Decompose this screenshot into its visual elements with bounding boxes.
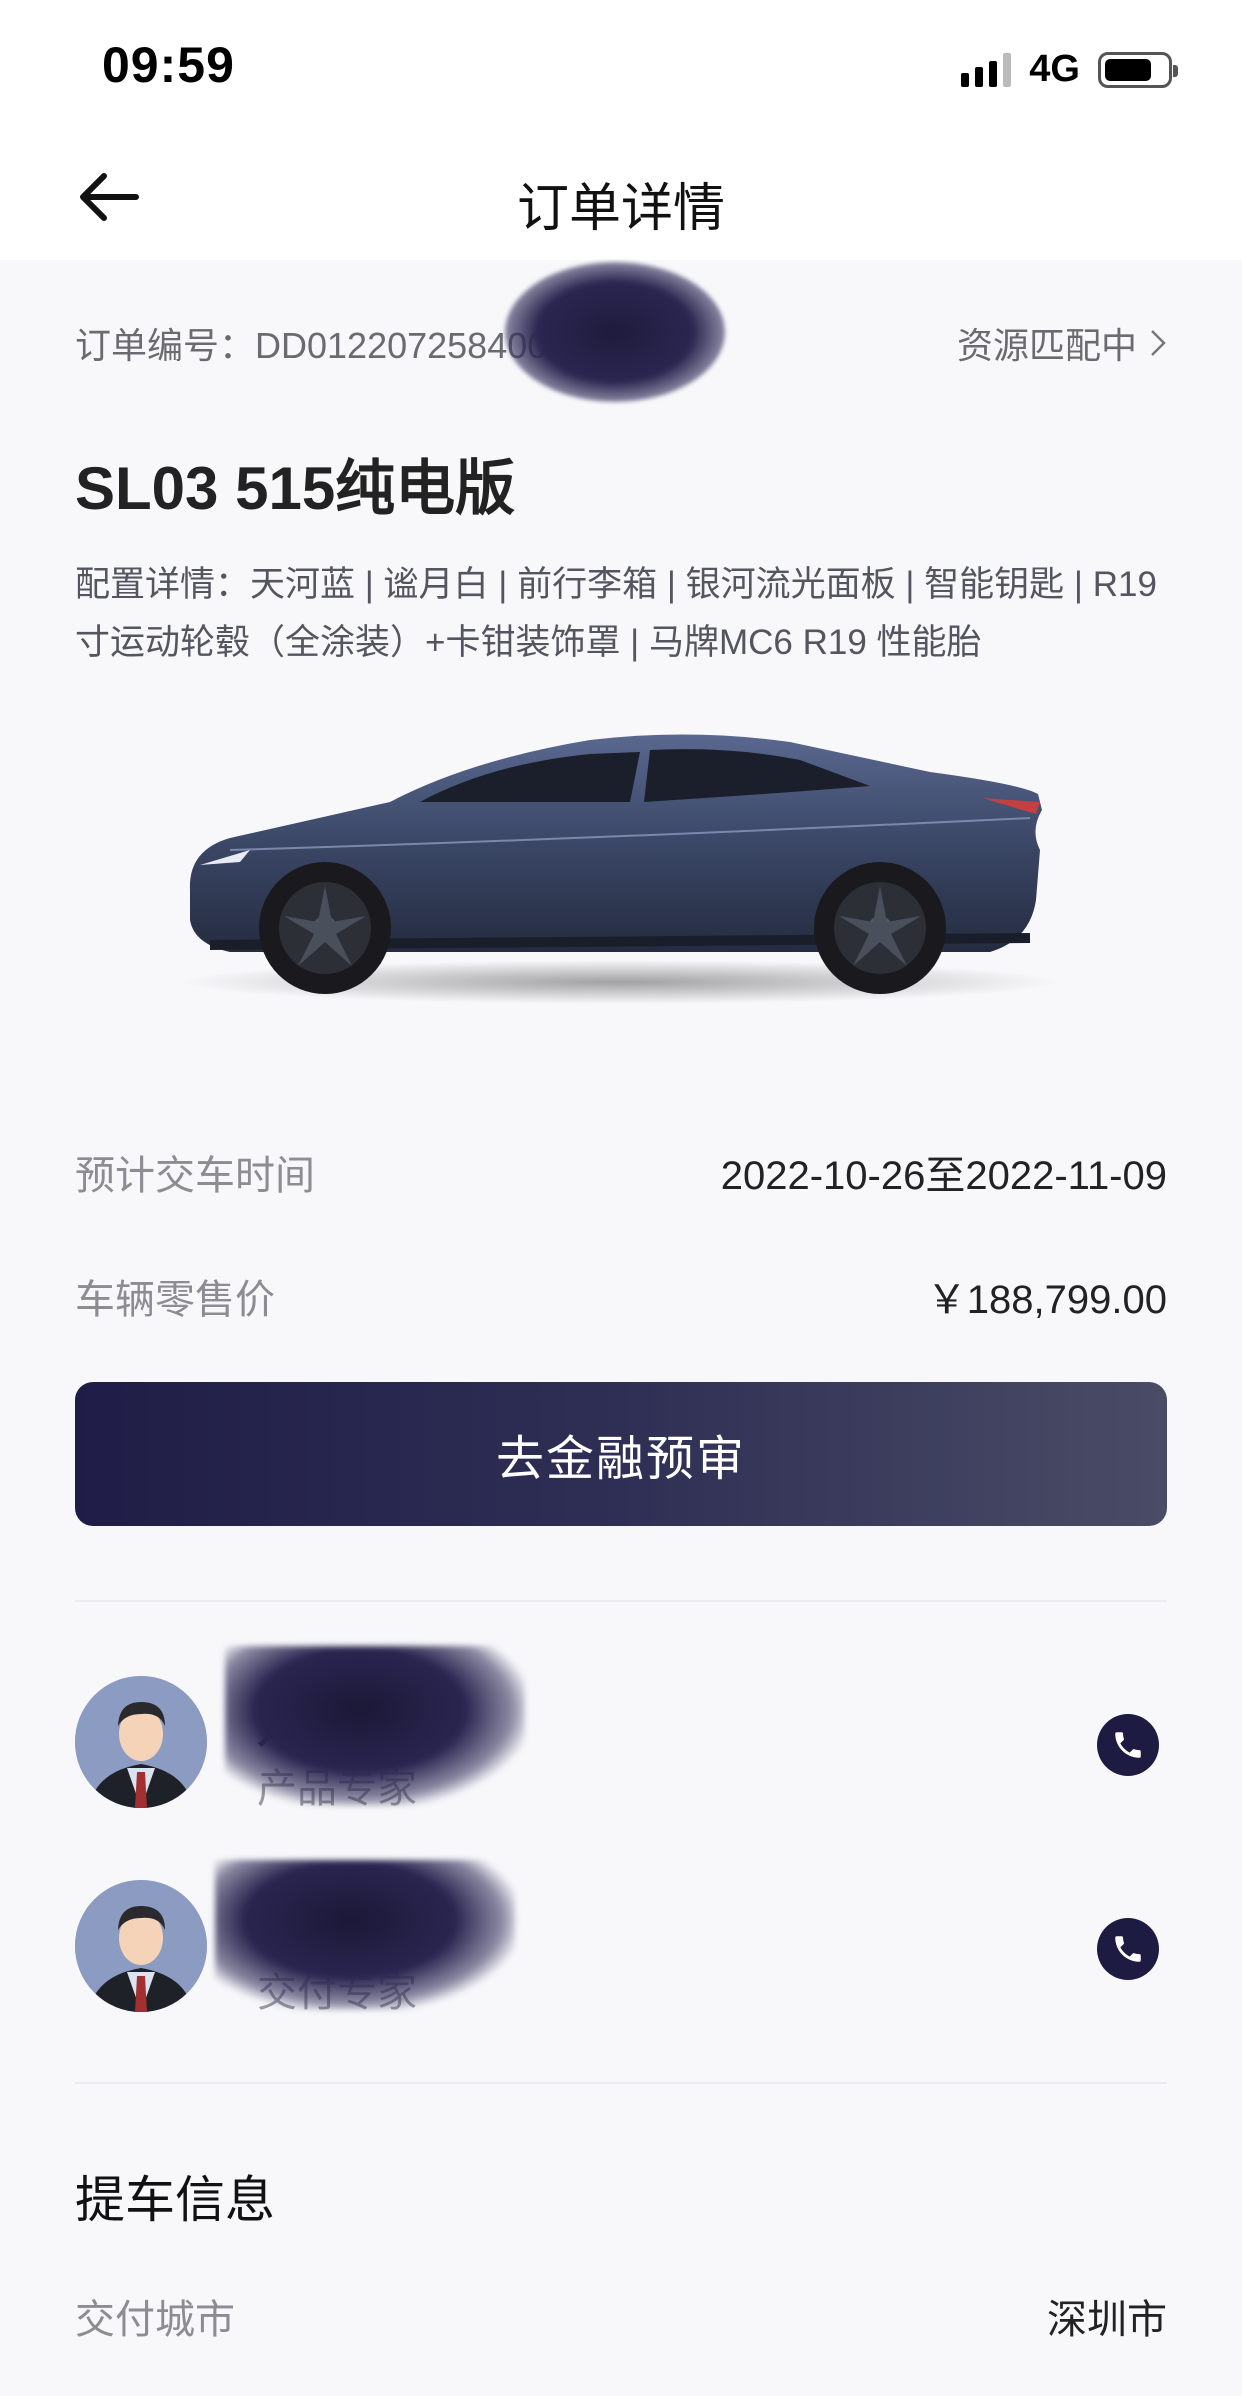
phone-icon[interactable] xyxy=(1097,1714,1159,1776)
contact-product-expert: 刘 产品专家 xyxy=(75,1646,1167,1816)
vehicle-config: 配置详情：天河蓝 | 谧月白 | 前行李箱 | 银河流光面板 | 智能钥匙 | … xyxy=(75,556,1167,672)
redaction-scribble xyxy=(225,1646,525,1806)
car-image xyxy=(170,690,1070,1030)
delivery-time-row: 预计交车时间 2022-10-26至2022-11-09 xyxy=(75,1142,1167,1202)
delivery-city-value: 深圳市 xyxy=(1047,2298,1167,2342)
avatar xyxy=(75,1880,207,2012)
divider xyxy=(75,2082,1167,2084)
delivery-time-value: 2022-10-26至2022-11-09 xyxy=(720,1154,1167,1198)
nav-bar: 订单详情 xyxy=(0,130,1242,260)
delivery-city-row: 交付城市 深圳市 xyxy=(75,2286,1167,2346)
redaction-scribble xyxy=(505,262,725,402)
redaction-scribble xyxy=(215,1860,515,2010)
retail-price-row: 车辆零售价 ￥188,799.00 xyxy=(75,1266,1167,1326)
order-status: 资源匹配中 xyxy=(956,325,1137,366)
pickup-section-title: 提车信息 xyxy=(75,2172,275,2228)
page-title: 订单详情 xyxy=(516,180,725,238)
vehicle-model: SL03 515纯电版 xyxy=(75,455,516,522)
avatar xyxy=(75,1676,207,1808)
retail-price-value: ￥188,799.00 xyxy=(926,1278,1167,1322)
divider xyxy=(75,1600,1167,1602)
chevron-right-icon xyxy=(1151,330,1166,356)
phone-icon[interactable] xyxy=(1097,1918,1159,1980)
battery-icon xyxy=(1098,51,1178,88)
config-label: 配置详情： xyxy=(75,565,251,604)
retail-price-label: 车辆零售价 xyxy=(75,1278,275,1322)
signal-icon xyxy=(961,52,1012,87)
order-status-link[interactable]: 资源匹配中 xyxy=(957,317,1167,369)
delivery-time-label: 预计交车时间 xyxy=(75,1154,315,1198)
contact-delivery-expert: 苏辉 交付专家 xyxy=(75,1860,1167,2020)
status-indicators: 4G xyxy=(961,48,1178,91)
order-number-label: 订单编号： xyxy=(75,325,256,366)
status-bar: 09:59 4G xyxy=(0,0,1242,130)
status-time: 09:59 xyxy=(102,37,235,93)
finance-precheck-button[interactable]: 去金融预审 xyxy=(75,1382,1167,1526)
delivery-city-label: 交付城市 xyxy=(75,2298,235,2342)
network-type: 4G xyxy=(1029,48,1080,90)
